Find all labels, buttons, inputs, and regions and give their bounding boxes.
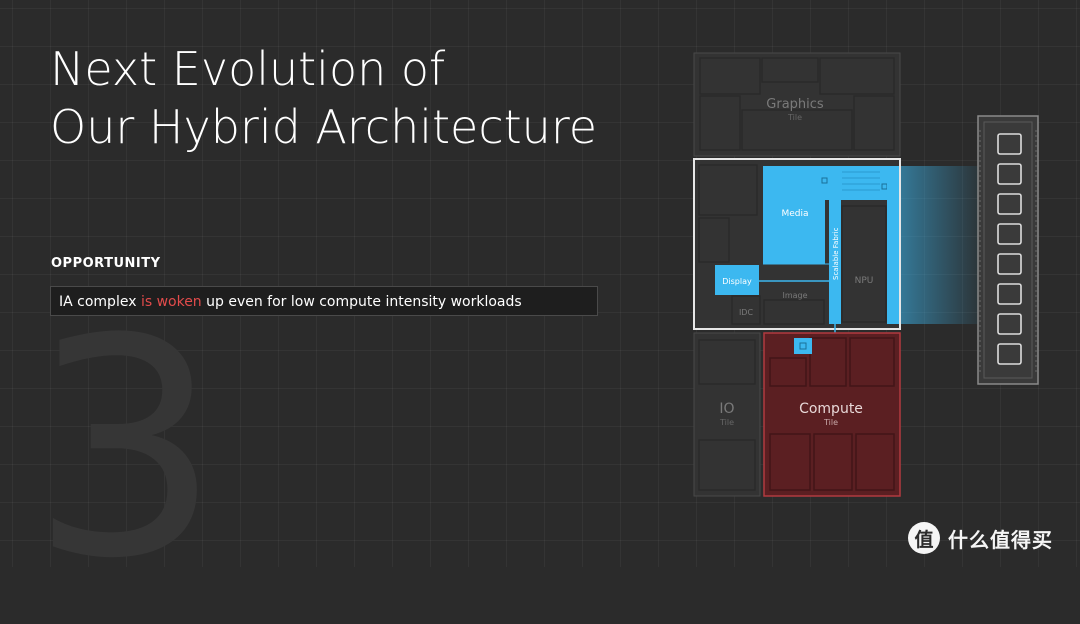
fabric-label: Scalable Fabric [832,227,840,280]
compute-tile-sub: Tile [823,418,838,427]
display-label: Display [722,277,752,286]
graphics-tile-label: Graphics [766,97,824,112]
compute-fabric-port [794,338,812,354]
watermark: 值 什么值得买 [908,520,1053,556]
io-tile: IO Tile [693,332,761,497]
watermark-text: 什么值得买 [948,527,1053,552]
compute-tile-label: Compute [799,401,863,417]
image-label: Image [782,291,807,300]
soc-tile: Media Scalable Fabric Display Image IDC … [693,158,901,330]
io-tile-label: IO [719,401,734,417]
media-label: Media [781,209,808,219]
npu-label: NPU [855,276,874,286]
idc-label: IDC [739,308,754,317]
graphics-tile-sub: Tile [787,113,802,122]
architecture-diagram: Graphics Tile Media Scalable Fabric Disp… [693,52,1039,497]
io-tile-sub: Tile [719,418,734,427]
memory-link-beam [900,166,982,324]
graphics-tile: Graphics Tile [693,52,901,157]
watermark-logo-icon: 值 [908,522,940,554]
soc-memory-controller [887,166,899,324]
compute-tile: Compute Tile [763,332,901,497]
memory-module [977,115,1039,385]
